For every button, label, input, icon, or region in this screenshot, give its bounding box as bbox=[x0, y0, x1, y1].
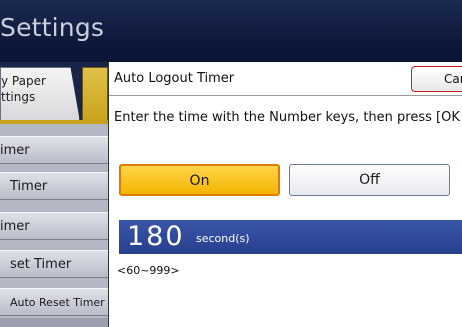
timer-value: 180 bbox=[127, 221, 185, 252]
active-tab-underline bbox=[0, 120, 108, 124]
off-button[interactable]: Off bbox=[289, 164, 450, 196]
tab-label-line1: y Paper bbox=[1, 74, 46, 88]
value-range-hint: <60~999> bbox=[117, 264, 180, 277]
menu-item-reset-timer[interactable]: set Timer bbox=[0, 250, 108, 278]
tab-label-line2: ttings bbox=[1, 90, 36, 104]
menu-bottom-strip bbox=[0, 318, 108, 327]
menu-item-label: imer bbox=[0, 219, 30, 234]
page-title: Settings bbox=[0, 13, 105, 42]
auto-logout-dialog: Auto Logout Timer Car Enter the time wit… bbox=[108, 62, 462, 327]
menu-item-timer-2[interactable]: Timer bbox=[0, 172, 108, 200]
menu-item-label: Timer bbox=[10, 179, 48, 194]
header-bar: Settings bbox=[0, 0, 462, 62]
dialog-title: Auto Logout Timer bbox=[114, 71, 235, 86]
menu-item-auto-reset-timer[interactable]: Auto Reset Timer bbox=[0, 288, 108, 316]
menu-item-timer-3[interactable]: imer bbox=[0, 212, 108, 240]
tab-tray-paper-settings[interactable]: y Paper ttings bbox=[0, 67, 80, 122]
timer-value-field[interactable]: 180 second(s) bbox=[119, 220, 462, 254]
menu-item-timer-1[interactable]: imer bbox=[0, 136, 108, 164]
menu-item-label: imer bbox=[0, 143, 30, 158]
dialog-title-row: Auto Logout Timer Car bbox=[109, 62, 462, 96]
timer-unit: second(s) bbox=[196, 232, 250, 245]
tab-timer-settings[interactable] bbox=[82, 67, 108, 122]
cancel-button[interactable]: Car bbox=[411, 66, 462, 92]
on-button[interactable]: On bbox=[119, 164, 280, 196]
instruction-text: Enter the time with the Number keys, the… bbox=[114, 110, 460, 125]
menu-item-label: set Timer bbox=[10, 257, 72, 272]
menu-item-label: Auto Reset Timer bbox=[10, 296, 105, 309]
